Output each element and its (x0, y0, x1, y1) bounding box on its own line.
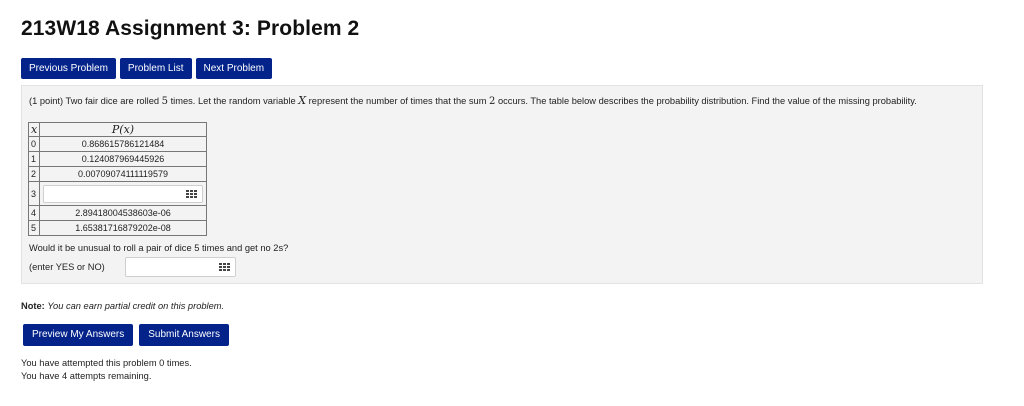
missing-probability-input[interactable] (43, 184, 203, 203)
page-title: 213W18 Assignment 3: Problem 2 (21, 17, 360, 40)
table-cell-p: 0.124087969445926 (39, 151, 207, 167)
statement-text: Two fair dice are rolled (63, 96, 162, 106)
table-row: 4 2.89418004538603e-06 (28, 205, 207, 221)
table-cell-p: 1.65381716879202e-08 (39, 220, 207, 236)
note-label: Note: (21, 301, 45, 311)
table-cell-p: 0.00709074111119579 (39, 166, 207, 182)
attempts-remaining: You have 4 attempts remaining. (21, 370, 152, 381)
table-cell-x: 4 (28, 205, 40, 221)
statement-text: times. Let the random variable (168, 96, 299, 106)
table-row: 1 0.124087969445926 (28, 151, 207, 167)
table-cell-p (39, 181, 207, 206)
table-row: 0 0.868615786121484 (28, 136, 207, 152)
table-cell-x: 3 (28, 181, 40, 206)
random-variable: X (298, 94, 307, 107)
grid-icon[interactable] (219, 263, 230, 271)
submit-answers-button[interactable]: Submit Answers (139, 324, 229, 346)
previous-problem-button[interactable]: Previous Problem (21, 58, 116, 79)
attempts-made: You have attempted this problem 0 times. (21, 358, 192, 368)
statement-text: represent the number of times that the s… (306, 96, 490, 106)
answer-actions: Preview My Answers Submit Answers (23, 324, 229, 346)
unusual-question: Would it be unusual to roll a pair of di… (29, 243, 289, 253)
partial-credit-note: Note: You can earn partial credit on thi… (21, 301, 224, 311)
table-cell-p: 2.89418004538603e-06 (39, 205, 207, 221)
attempts-info: You have attempted this problem 0 times.… (21, 357, 192, 382)
table-row: 2 0.00709074111119579 (28, 166, 207, 182)
table-header-p: P(x) (39, 122, 207, 137)
probability-table: x P(x) 0 0.868615786121484 1 0.124087969… (28, 122, 207, 236)
next-problem-button[interactable]: Next Problem (195, 58, 273, 79)
note-text: You can earn partial credit on this prob… (47, 301, 225, 311)
problem-list-button[interactable]: Problem List (119, 58, 192, 79)
table-cell-x: 2 (28, 166, 40, 182)
grid-icon[interactable] (186, 189, 197, 198)
problem-panel: (1 point) Two fair dice are rolled 5 tim… (21, 85, 983, 284)
table-header-x: x (28, 122, 40, 137)
table-cell-x: 5 (28, 220, 40, 236)
preview-answers-button[interactable]: Preview My Answers (23, 324, 134, 346)
statement-text: occurs. The table below describes the pr… (495, 96, 917, 106)
table-cell-x: 0 (28, 136, 40, 152)
problem-nav: Previous Problem Problem List Next Probl… (21, 58, 273, 79)
problem-statement: (1 point) Two fair dice are rolled 5 tim… (29, 95, 977, 108)
table-row: 5 1.65381716879202e-08 (28, 220, 207, 236)
table-row: 3 (28, 181, 207, 206)
yesno-label: (enter YES or NO) (29, 262, 105, 272)
table-cell-x: 1 (28, 151, 40, 167)
points-label: (1 point) (29, 96, 64, 106)
table-header-row: x P(x) (28, 122, 207, 137)
table-cell-p: 0.868615786121484 (39, 136, 207, 152)
yesno-input[interactable] (125, 257, 236, 277)
